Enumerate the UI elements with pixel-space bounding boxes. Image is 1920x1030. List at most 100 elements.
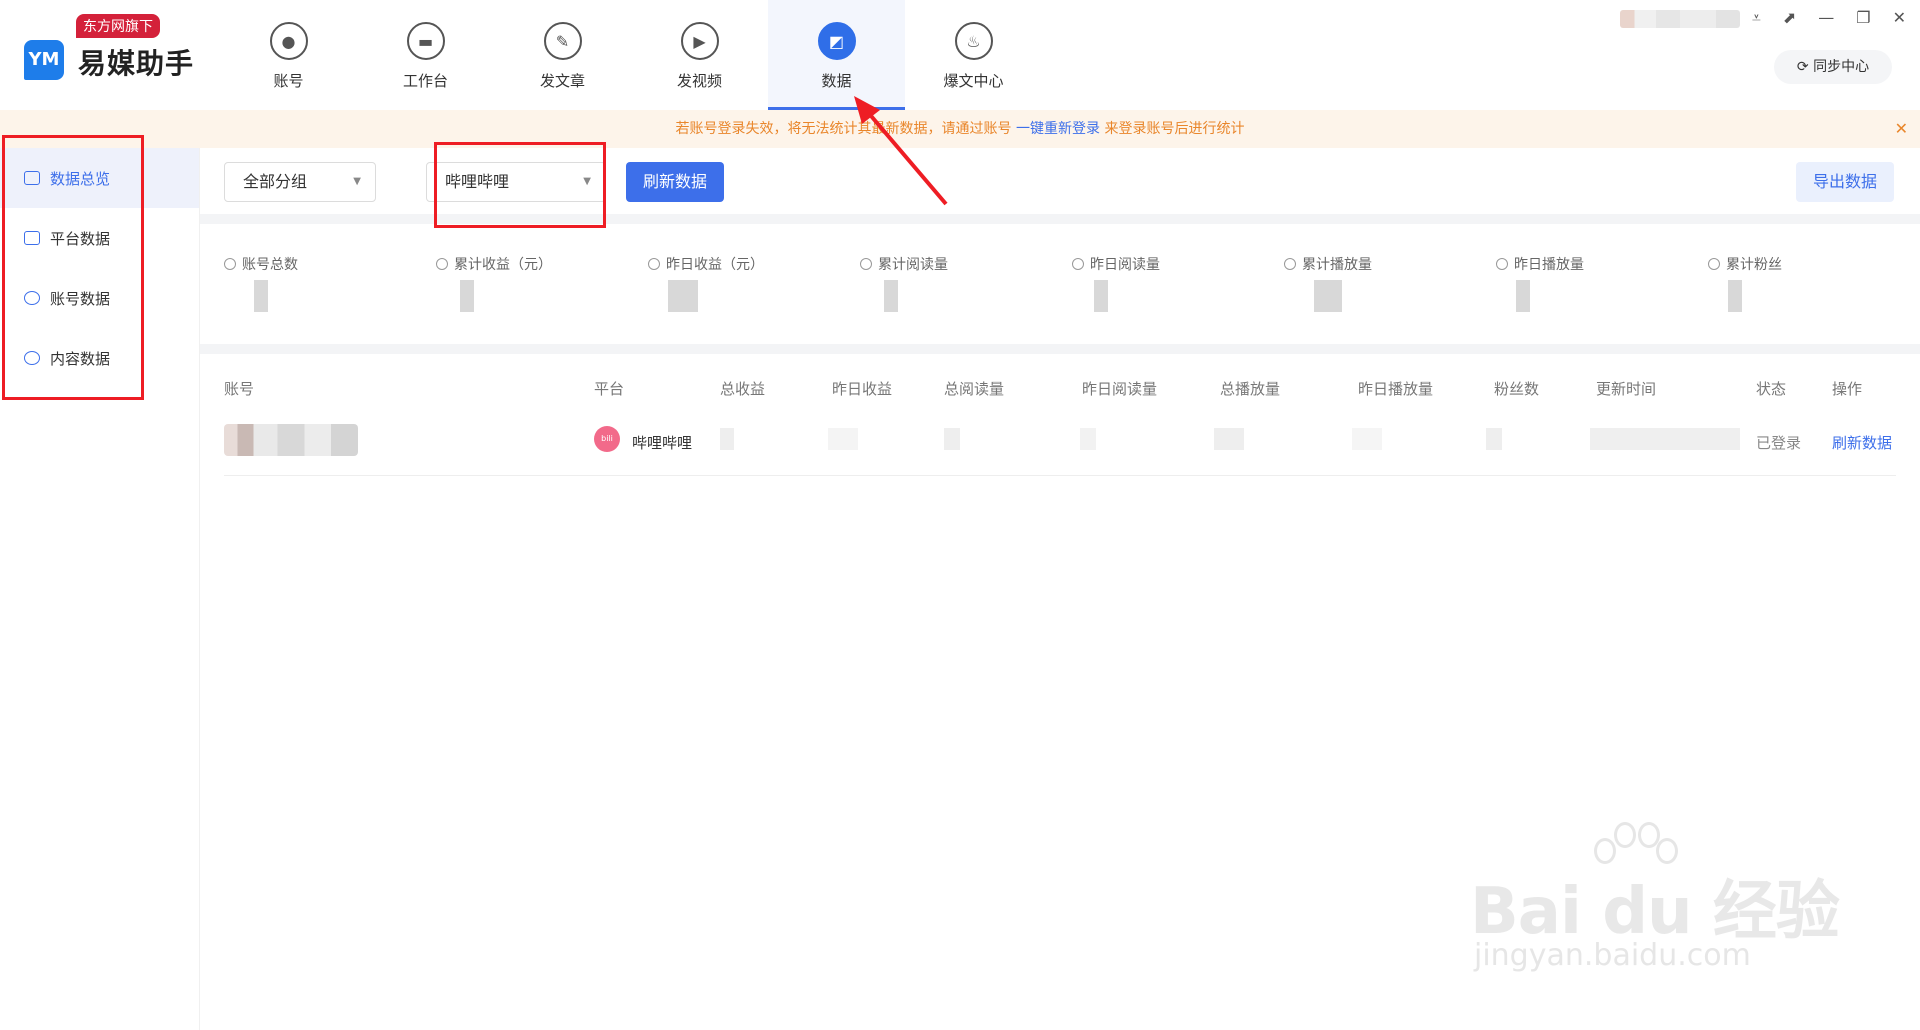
value-blurred	[1352, 428, 1382, 450]
user-icon	[224, 258, 236, 270]
stat-card: 累计收益（元）	[436, 224, 648, 344]
stat-label: 账号总数	[242, 257, 298, 273]
nav-hot-articles[interactable]: ♨ 爆文中心	[905, 0, 1042, 110]
stat-value-blurred	[1516, 280, 1530, 312]
nav-workbench[interactable]: ▬ 工作台	[357, 0, 494, 110]
stat-value-blurred	[254, 280, 268, 312]
column-header: 平台	[594, 380, 625, 398]
update-time-blurred	[1590, 428, 1740, 450]
stat-card: 累计播放量	[1284, 224, 1496, 344]
stats-row: 账号总数 累计收益（元） 昨日收益（元） 累计阅读量 昨日阅读量 累计播放量 昨…	[200, 224, 1920, 344]
stat-card: 账号总数	[224, 224, 436, 344]
stat-card: 昨日阅读量	[1072, 224, 1284, 344]
relogin-link[interactable]: 一键重新登录	[1016, 121, 1100, 137]
column-header: 总阅读量	[944, 380, 1005, 398]
baidu-watermark: Bai du 经验 jingyan.baidu.com	[1470, 820, 1850, 990]
minimize-icon[interactable]: —	[1818, 8, 1834, 28]
column-header: 昨日阅读量	[1082, 380, 1158, 398]
value-blurred	[1214, 428, 1244, 450]
nav-accounts[interactable]: ● 账号	[220, 0, 357, 110]
logo-badge: 东方网旗下	[76, 14, 160, 38]
restore-icon[interactable]: ❐	[1856, 8, 1870, 28]
app-name: 易媒助手	[78, 47, 195, 80]
stat-card: 昨日播放量	[1496, 224, 1708, 344]
sync-center-button[interactable]: ⟳ 同步中心	[1774, 50, 1892, 84]
annotation-box	[2, 135, 144, 400]
nav-label: 数据	[821, 72, 852, 90]
table-row: bili 哔哩哔哩 已登录 刷新数据	[224, 410, 1896, 476]
stat-label: 累计阅读量	[878, 257, 948, 273]
stat-value-blurred	[1314, 280, 1342, 312]
stat-value-blurred	[1094, 280, 1108, 312]
monitor-icon: ▬	[406, 22, 445, 60]
user-icon: ●	[269, 22, 308, 60]
value-blurred	[720, 428, 734, 450]
feather-icon: ✎	[543, 22, 582, 60]
play-icon	[1496, 258, 1508, 270]
table-header: 账号 平台 总收益 昨日收益 总阅读量 昨日阅读量 总播放量 昨日播放量 粉丝数…	[224, 366, 1896, 406]
nav-label: 发视频	[676, 72, 722, 90]
nav-label: 账号	[273, 72, 304, 90]
value-blurred	[1080, 428, 1096, 450]
nav-label: 发文章	[539, 72, 585, 90]
sync-icon: ⟳	[1796, 59, 1814, 75]
value-blurred	[944, 428, 960, 450]
annotation-arrow	[854, 96, 948, 206]
nav-label: 爆文中心	[943, 72, 1004, 90]
stat-label: 昨日播放量	[1514, 257, 1584, 273]
nav-post-article[interactable]: ✎ 发文章	[494, 0, 631, 110]
chart-icon: ◩	[817, 22, 856, 60]
stat-value-blurred	[1728, 280, 1742, 312]
nav-data[interactable]: ◩ 数据	[768, 0, 905, 110]
status-badge: 已登录	[1756, 434, 1802, 452]
stat-card: 累计阅读量	[860, 224, 1072, 344]
sync-label: 同步中心	[1813, 59, 1870, 75]
column-header: 总收益	[720, 380, 766, 398]
dropdown-icon[interactable]: ⩡	[1752, 8, 1761, 28]
close-icon[interactable]: ✕	[1893, 8, 1906, 28]
divider	[200, 344, 1920, 354]
bilibili-icon: bili	[594, 426, 620, 452]
wallet-icon	[436, 258, 448, 270]
app-header: 东方网旗下 YM 易媒助手 ● 账号 ▬ 工作台 ✎ 发文章 ▶ 发视频 ◩ 数…	[0, 0, 1920, 110]
play-icon: ▶	[680, 22, 719, 60]
stat-label: 累计粉丝	[1726, 257, 1782, 273]
notice-text: 若账号登录失效，将无法统计其最新数据，请通过账号	[675, 121, 1012, 137]
refresh-data-button[interactable]: 刷新数据	[626, 162, 724, 202]
caret-down-icon: ▼	[353, 176, 361, 187]
coin-icon	[648, 258, 660, 270]
column-header: 粉丝数	[1494, 380, 1540, 398]
logo-mark-icon: YM	[24, 40, 64, 80]
stat-value-blurred	[884, 280, 898, 312]
row-refresh-link[interactable]: 刷新数据	[1832, 432, 1892, 453]
group-select[interactable]: 全部分组 ▼	[224, 162, 376, 202]
stat-label: 昨日阅读量	[1090, 257, 1160, 273]
notice-text-after: 来登录账号后进行统计	[1104, 121, 1245, 137]
stat-value-blurred	[668, 280, 698, 312]
value-blurred	[1486, 428, 1502, 450]
external-icon[interactable]: ⬈	[1783, 8, 1796, 28]
user-info-blurred[interactable]	[1620, 10, 1740, 28]
column-header: 账号	[224, 380, 255, 398]
column-header: 昨日收益	[832, 380, 893, 398]
annotation-box	[434, 142, 606, 228]
watermark-url: jingyan.baidu.com	[1474, 938, 1751, 973]
platform-name: 哔哩哔哩	[632, 434, 693, 452]
main-nav: ● 账号 ▬ 工作台 ✎ 发文章 ▶ 发视频 ◩ 数据 ♨ 爆文中心	[220, 0, 1042, 110]
login-notice-bar: 若账号登录失效，将无法统计其最新数据，请通过账号 一键重新登录 来登录账号后进行…	[0, 110, 1920, 148]
doc-icon	[860, 258, 872, 270]
value-blurred	[828, 428, 858, 450]
account-avatar-blurred	[224, 424, 358, 456]
stat-label: 累计收益（元）	[454, 257, 552, 273]
column-header: 状态	[1756, 380, 1787, 398]
eye-icon	[1072, 258, 1084, 270]
nav-post-video[interactable]: ▶ 发视频	[631, 0, 768, 110]
close-icon[interactable]: ✕	[1895, 110, 1908, 148]
column-header: 更新时间	[1596, 380, 1657, 398]
play-circle-icon	[1284, 258, 1296, 270]
stat-label: 昨日收益（元）	[666, 257, 764, 273]
stat-label: 累计播放量	[1302, 257, 1372, 273]
group-select-value: 全部分组	[243, 172, 308, 191]
export-data-button[interactable]: 导出数据	[1796, 162, 1894, 202]
column-header: 操作	[1832, 380, 1863, 398]
